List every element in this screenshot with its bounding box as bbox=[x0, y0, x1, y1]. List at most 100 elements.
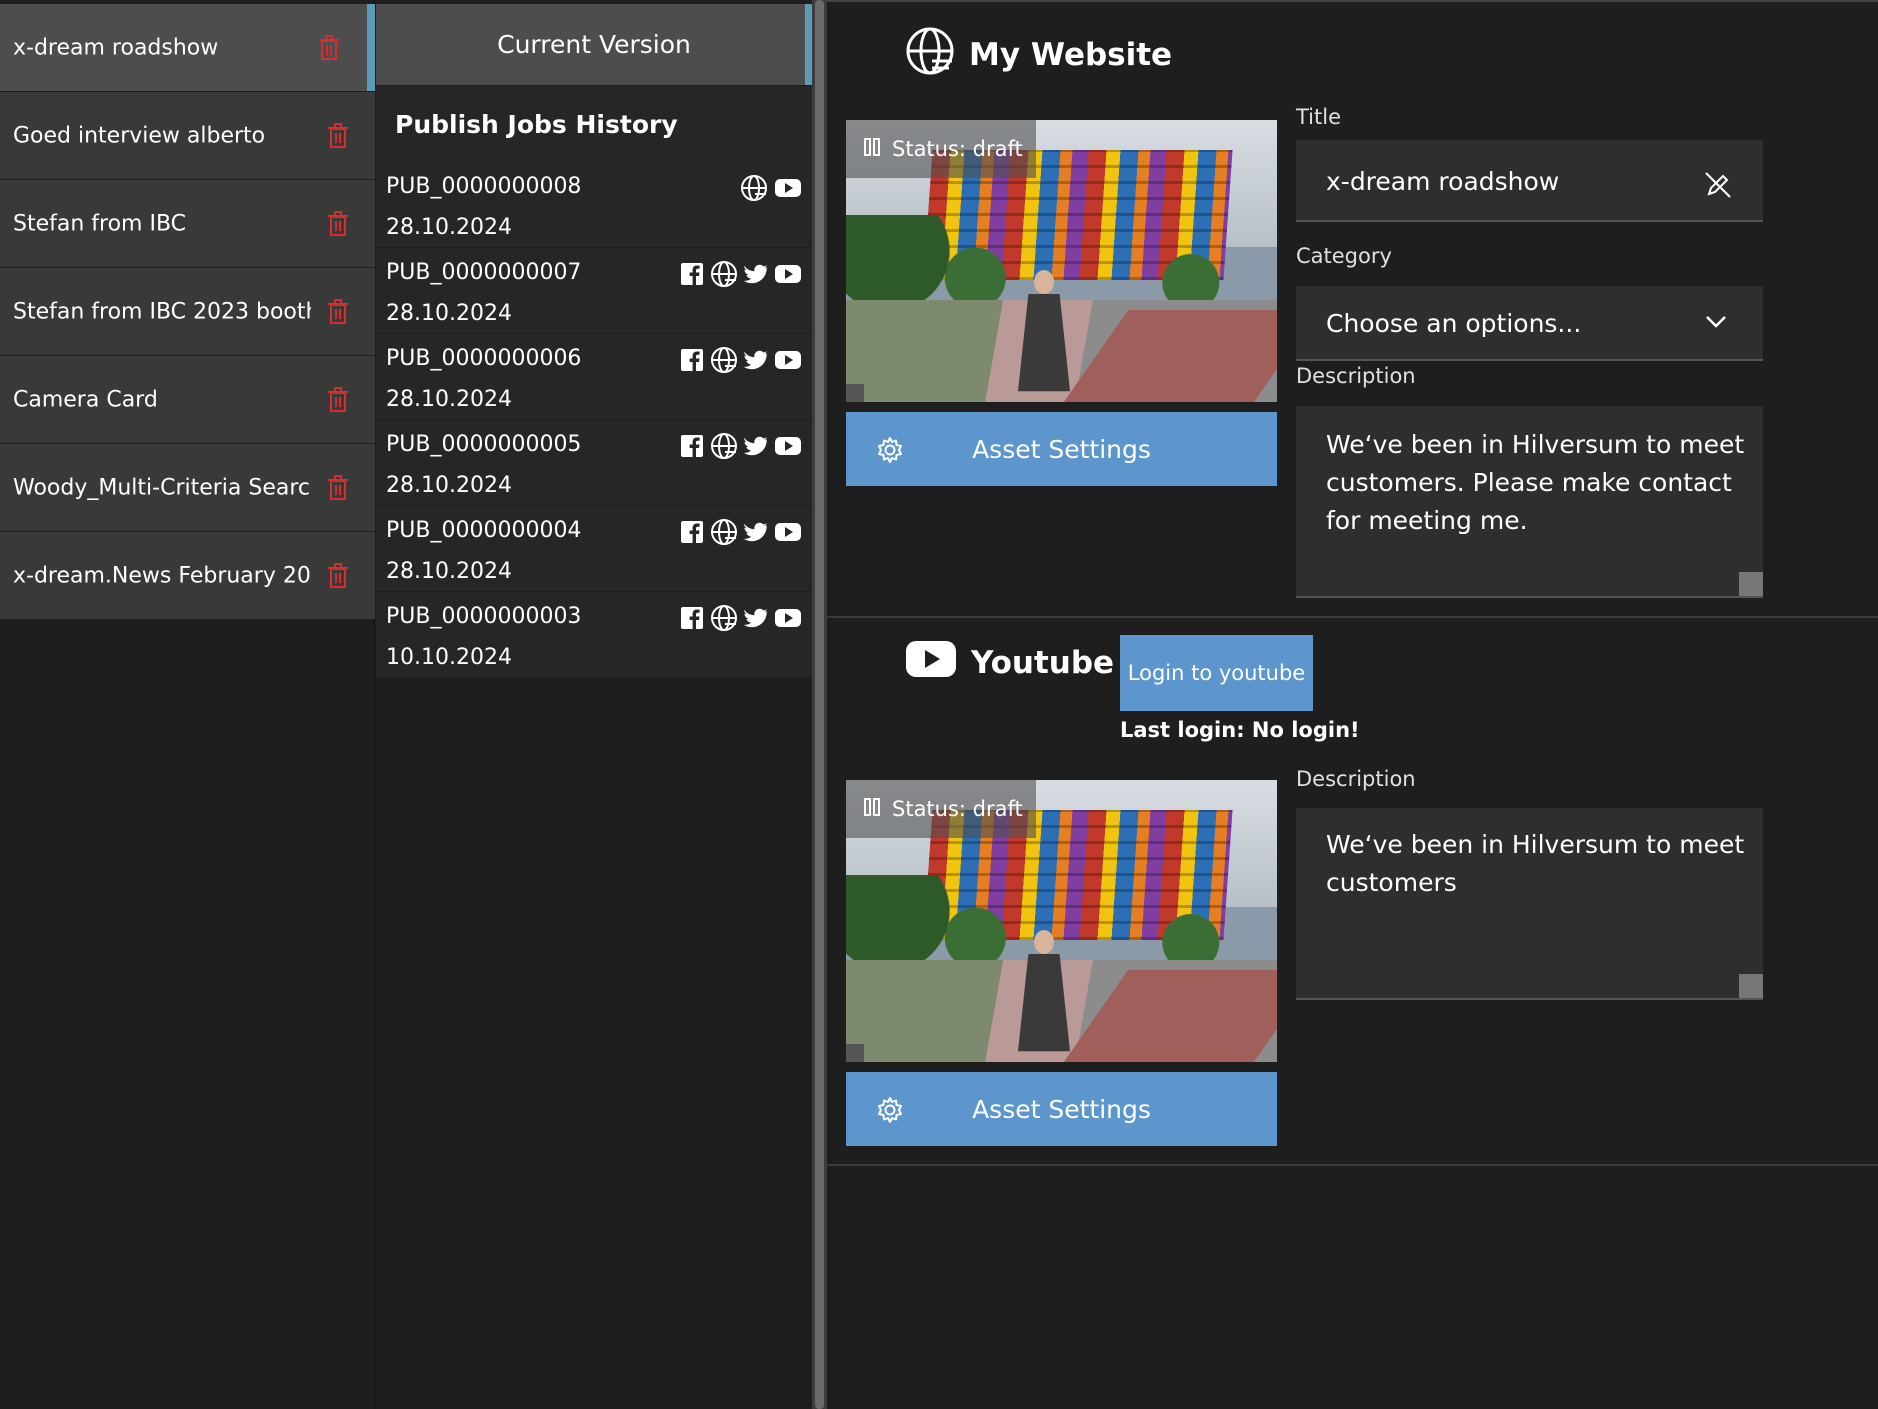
description-textarea[interactable]: We‘ve been in Hilversum to meet customer… bbox=[1296, 808, 1763, 1000]
website-video-thumbnail[interactable]: Status: draft bbox=[846, 120, 1277, 402]
job-channel-icons bbox=[740, 174, 802, 202]
youtube-icon bbox=[774, 608, 802, 628]
youtube-icon bbox=[774, 522, 802, 542]
job-row[interactable]: PUB_0000000005 28.10.2024 bbox=[376, 420, 812, 505]
history-header: Publish Jobs History bbox=[376, 86, 812, 162]
category-value: Choose an options... bbox=[1326, 309, 1582, 338]
trash-icon[interactable] bbox=[327, 562, 349, 589]
trash-icon[interactable] bbox=[327, 298, 349, 325]
job-row[interactable]: PUB_0000000007 28.10.2024 bbox=[376, 248, 812, 333]
facebook-icon bbox=[680, 520, 704, 544]
section-divider bbox=[827, 1164, 1878, 1166]
publish-history-panel: Current Version Publish Jobs History PUB… bbox=[376, 0, 812, 1409]
thumbnail-corner bbox=[846, 384, 864, 402]
section-divider bbox=[827, 616, 1878, 618]
job-date: 28.10.2024 bbox=[386, 387, 512, 412]
description-label: Description bbox=[1296, 364, 1416, 388]
youtube-icon bbox=[774, 350, 802, 370]
job-id: PUB_0000000005 bbox=[386, 432, 582, 457]
resize-handle[interactable] bbox=[1739, 572, 1763, 596]
pause-icon bbox=[862, 797, 882, 822]
asset-list-item[interactable]: Camera Card bbox=[0, 356, 375, 444]
job-channel-icons bbox=[680, 432, 802, 460]
asset-list-item-label: Stefan from IBC 2023 booth bbox=[13, 299, 311, 324]
login-to-youtube-button[interactable]: Login to youtube bbox=[1120, 635, 1313, 711]
asset-settings-button[interactable]: Asset Settings bbox=[846, 1072, 1277, 1146]
asset-settings-button[interactable]: Asset Settings bbox=[846, 412, 1277, 486]
asset-list-item-label: Camera Card bbox=[13, 387, 158, 412]
website-section-title: My Website bbox=[905, 26, 1172, 84]
globe-icon bbox=[710, 518, 738, 546]
job-row[interactable]: PUB_0000000008 28.10.2024 bbox=[376, 162, 812, 247]
youtube-section-title: Youtube bbox=[905, 640, 1114, 686]
status-badge: Status: draft bbox=[846, 780, 1036, 838]
chevron-down-icon bbox=[1705, 314, 1727, 333]
description-value: We‘ve been in Hilversum to meet customer… bbox=[1326, 430, 1745, 535]
description-textarea[interactable]: We‘ve been in Hilversum to meet customer… bbox=[1296, 406, 1763, 598]
job-date: 28.10.2024 bbox=[386, 215, 512, 240]
twitter-icon bbox=[744, 263, 768, 285]
asset-list-item[interactable]: Woody_Multi-Criteria Search bbox=[0, 444, 375, 532]
thumbnail-corner bbox=[846, 1044, 864, 1062]
job-id: PUB_0000000006 bbox=[386, 346, 582, 371]
youtube-icon bbox=[905, 640, 957, 686]
asset-list-item-label: x-dream.News February 2024 bbox=[13, 563, 311, 588]
asset-list-item[interactable]: x-dream.News February 2024 bbox=[0, 532, 375, 620]
description-label: Description bbox=[1296, 767, 1416, 791]
job-date: 28.10.2024 bbox=[386, 473, 512, 498]
trash-icon[interactable] bbox=[327, 386, 349, 413]
website-title: My Website bbox=[969, 37, 1173, 73]
status-text: Status: draft bbox=[892, 137, 1023, 161]
trash-icon[interactable] bbox=[327, 474, 349, 501]
status-text: Status: draft bbox=[892, 797, 1023, 821]
tab-current-version-label: Current Version bbox=[497, 30, 691, 59]
trash-icon[interactable] bbox=[327, 122, 349, 149]
job-date: 28.10.2024 bbox=[386, 559, 512, 584]
asset-list-item[interactable]: x-dream roadshow bbox=[0, 4, 375, 92]
status-badge: Status: draft bbox=[846, 120, 1036, 178]
panel-splitter[interactable] bbox=[812, 0, 827, 1409]
globe-icon bbox=[740, 174, 768, 202]
job-id: PUB_0000000004 bbox=[386, 518, 582, 543]
youtube-video-thumbnail[interactable]: Status: draft bbox=[846, 780, 1277, 1062]
category-select[interactable]: Choose an options... bbox=[1296, 286, 1763, 361]
asset-list-item-label: Stefan from IBC bbox=[13, 211, 187, 236]
trash-icon[interactable] bbox=[327, 210, 349, 237]
job-row[interactable]: PUB_0000000006 28.10.2024 bbox=[376, 334, 812, 419]
job-channel-icons bbox=[680, 346, 802, 374]
title-field[interactable]: x-dream roadshow bbox=[1296, 140, 1763, 222]
job-id: PUB_0000000008 bbox=[386, 174, 582, 199]
job-channel-icons bbox=[680, 518, 802, 546]
asset-settings-label: Asset Settings bbox=[972, 1094, 1151, 1124]
asset-list-item-label: Goed interview alberto bbox=[13, 123, 266, 148]
tab-current-version[interactable]: Current Version bbox=[376, 4, 812, 85]
edit-off-icon[interactable] bbox=[1703, 170, 1733, 204]
job-id: PUB_0000000007 bbox=[386, 260, 582, 285]
job-id: PUB_0000000003 bbox=[386, 604, 582, 629]
job-date: 10.10.2024 bbox=[386, 645, 512, 670]
resize-handle[interactable] bbox=[1739, 974, 1763, 998]
job-row[interactable]: PUB_0000000003 10.10.2024 bbox=[376, 592, 812, 677]
youtube-title: Youtube bbox=[971, 645, 1115, 681]
youtube-icon bbox=[774, 264, 802, 284]
globe-icon bbox=[710, 604, 738, 632]
asset-list-item[interactable]: Goed interview alberto bbox=[0, 92, 375, 180]
globe-icon bbox=[710, 432, 738, 460]
asset-list-item[interactable]: Stefan from IBC 2023 booth bbox=[0, 268, 375, 356]
twitter-icon bbox=[744, 349, 768, 371]
category-label: Category bbox=[1296, 244, 1392, 268]
asset-list-item-label: Woody_Multi-Criteria Search bbox=[13, 475, 311, 500]
youtube-icon bbox=[774, 436, 802, 456]
trash-icon[interactable] bbox=[318, 34, 340, 61]
globe-icon bbox=[905, 26, 955, 84]
facebook-icon bbox=[680, 434, 704, 458]
asset-list-item[interactable]: Stefan from IBC bbox=[0, 180, 375, 268]
pause-icon bbox=[862, 137, 882, 162]
job-channel-icons bbox=[680, 260, 802, 288]
job-row[interactable]: PUB_0000000004 28.10.2024 bbox=[376, 506, 812, 591]
youtube-icon bbox=[774, 178, 802, 198]
globe-icon bbox=[710, 260, 738, 288]
asset-list-item-label: x-dream roadshow bbox=[13, 35, 219, 60]
asset-settings-label: Asset Settings bbox=[972, 434, 1151, 464]
job-channel-icons bbox=[680, 604, 802, 632]
